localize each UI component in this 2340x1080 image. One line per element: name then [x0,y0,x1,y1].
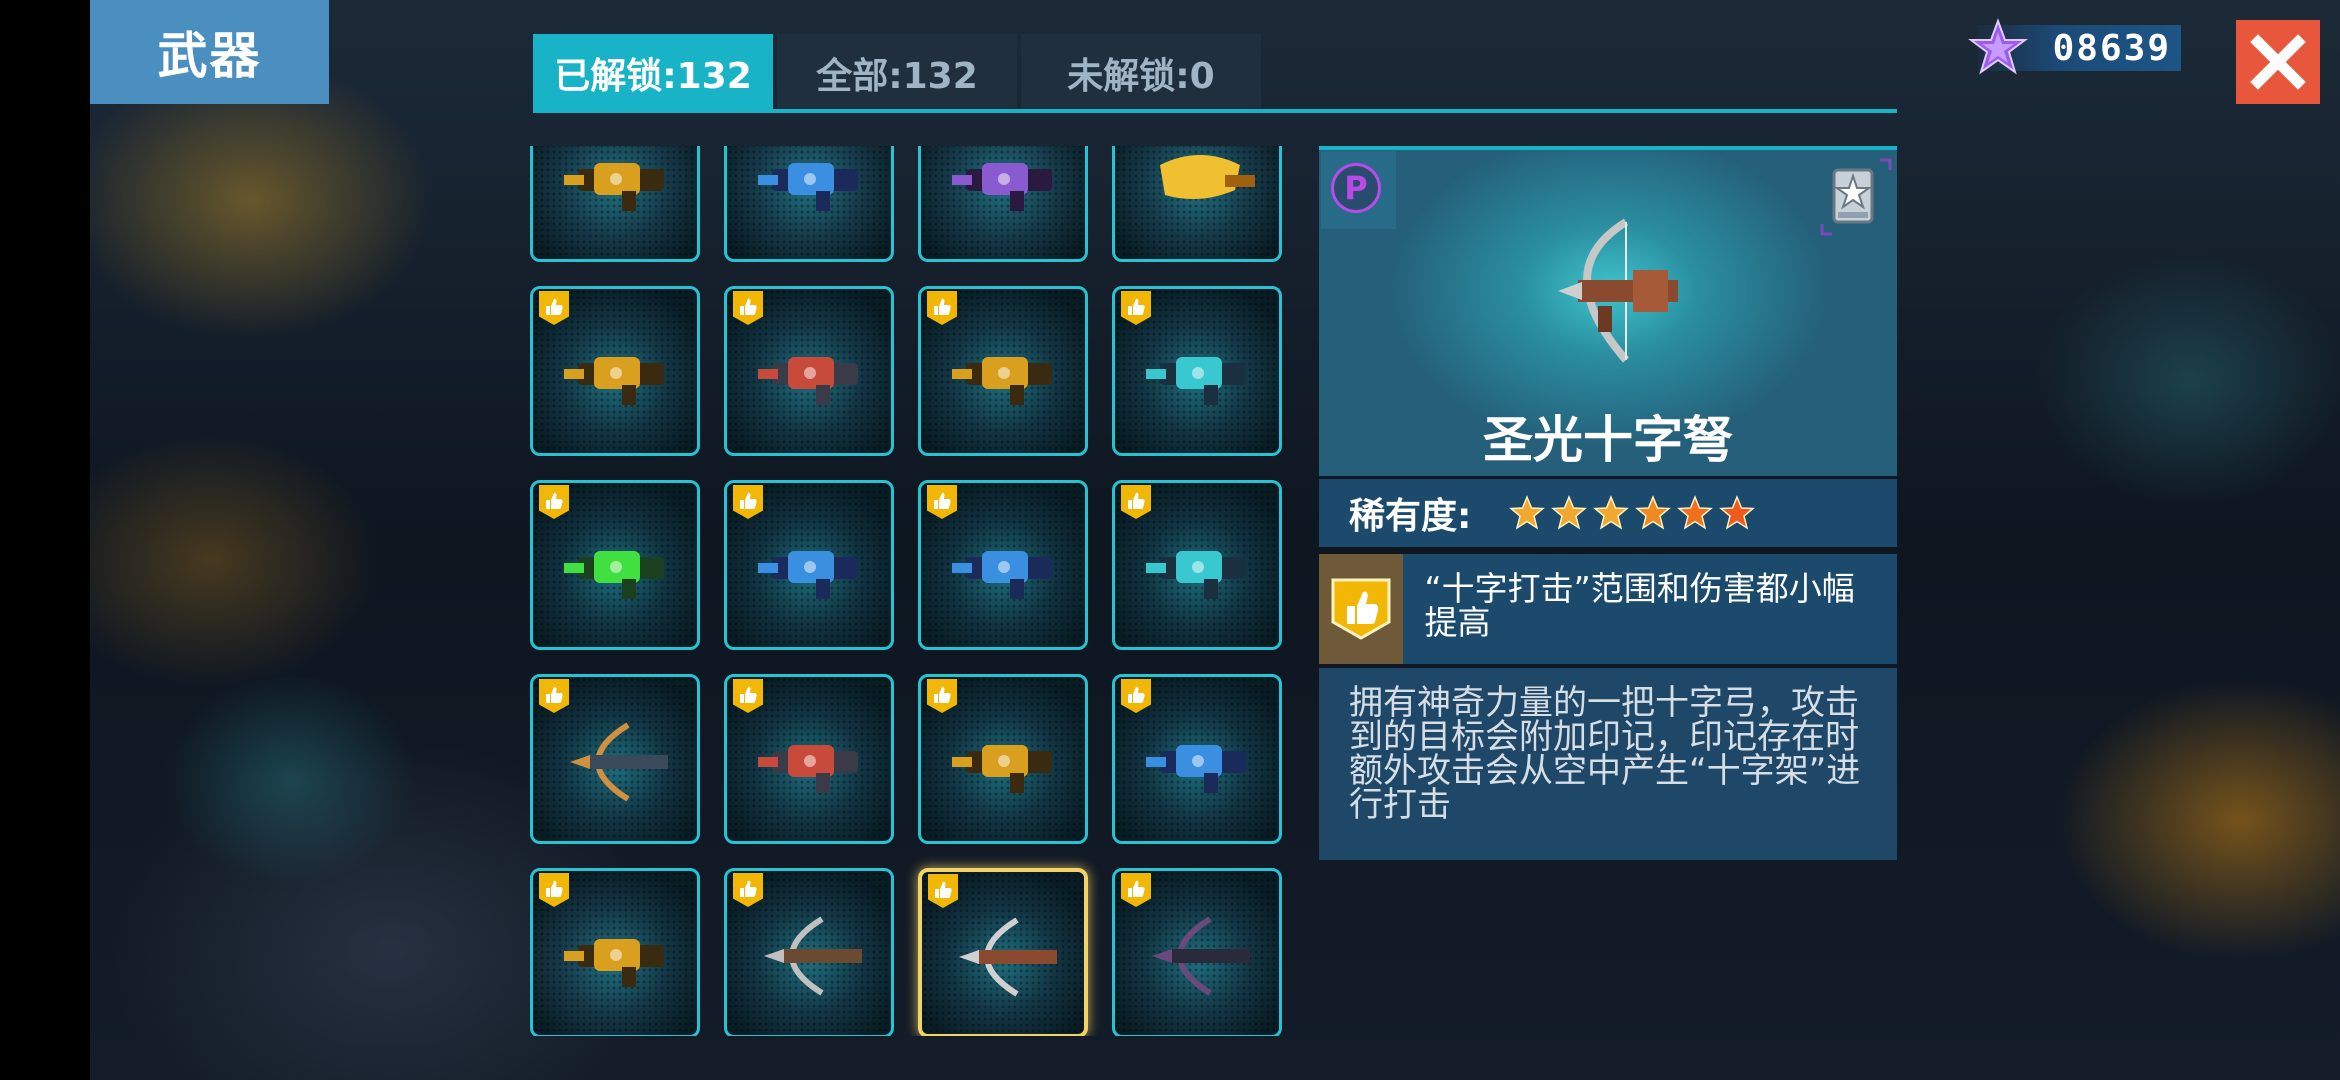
close-icon [2250,34,2306,90]
close-button[interactable] [2236,20,2320,104]
weapon-description: 拥有神奇力量的一把十字弓，攻击到的目标会附加印记，印记存在时额外攻击会从空中产生… [1319,668,1897,860]
weapon-slot-teal-drill-gun[interactable] [1112,286,1282,456]
rarity-star-icon [1677,495,1714,530]
tier-badge: P [1321,151,1396,229]
filter-tabs: 已解锁:132 全部:132 未解锁:0 [533,34,1265,112]
weapon-slot-red-rocket-launcher[interactable] [724,674,894,844]
thumbs-up-badge-icon [539,291,569,325]
weapon-slot-blue-heavy-rifle[interactable] [1112,674,1282,844]
green-bio-blaster-icon [564,551,664,599]
red-rocket-launcher-icon [758,745,858,793]
rarity-star-icon [1509,495,1546,530]
blue-orb-cannon-icon [952,551,1052,599]
thumbs-up-badge-icon [539,679,569,713]
thumbs-up-badge-icon [1121,485,1151,519]
gold-spiked-mace-gun-icon [564,939,664,987]
blue-plasma-blaster-icon [758,163,858,211]
thumbs-up-badge-icon [733,679,763,713]
perk-text: “十字打击”范围和伤害都小幅提高 [1424,569,1855,642]
weapon-slot-red-drill-launcher[interactable] [724,286,894,456]
thumbs-up-badge-icon [733,291,763,325]
tab-all[interactable]: 全部:132 [777,34,1017,112]
page-title: 武器 [90,0,329,104]
tier-badge-letter: P [1331,163,1381,213]
thumbs-up-badge-icon [927,485,957,519]
thumbs-up-badge-icon [539,485,569,519]
weapon-slot-gold-sonic-cannon[interactable] [918,286,1088,456]
thumbs-up-badge-icon [1121,873,1151,907]
purple-energy-cannon-icon [952,163,1052,211]
weapon-slot-blue-plasma-blaster[interactable] [724,146,894,262]
currency-value: 08639 [2052,27,2171,69]
weapon-slot-dark-crossbow[interactable] [1112,868,1282,1036]
weapon-slot-purple-energy-cannon[interactable] [918,146,1088,262]
rarity-label: 稀有度: [1349,496,1472,537]
weapon-slot-green-bio-blaster[interactable] [530,480,700,650]
weapon-slot-gold-minigun[interactable] [530,286,700,456]
thumbs-up-badge-icon [928,874,958,908]
thumbs-up-badge-icon [1121,291,1151,325]
weapon-slot-energy-crossbow-cannon[interactable] [530,674,700,844]
silver-crossbow-icon [764,916,862,996]
holy-cross-crossbow-icon [959,917,1057,997]
gold-minigun-icon [564,357,664,405]
rarity-stars [1509,495,1761,531]
weapon-name: 圣光十字弩 [1483,411,1733,469]
gold-grenade-launcher-icon [564,163,664,211]
teal-tesla-cannon-icon [1146,551,1246,599]
thumbs-up-badge-icon [733,485,763,519]
thumbs-up-badge-icon [539,873,569,907]
red-drill-launcher-icon [758,357,858,405]
tab-underline [533,109,1897,113]
perk-icon-box [1319,554,1403,664]
purple-star-gem-icon [1968,18,2028,75]
weapon-slot-blue-orb-cannon[interactable] [918,480,1088,650]
blue-heavy-rifle-icon [1146,745,1246,793]
weapon-grid[interactable] [530,146,1300,1036]
weapon-slot-gold-assault-rifle[interactable] [918,674,1088,844]
teal-drill-gun-icon [1146,357,1246,405]
rarity-star-icon [1635,495,1672,530]
weapon-slot-blue-bird-gun[interactable] [724,480,894,650]
rarity-star-icon [1551,495,1588,530]
thumbs-up-badge-icon [733,873,763,907]
rarity-star-icon [1593,495,1630,530]
weapon-slot-flaming-cleaver[interactable] [1112,146,1282,262]
rarity-star-icon [1719,495,1756,530]
energy-crossbow-cannon-icon [570,722,668,802]
blue-bird-gun-icon [758,551,858,599]
gold-sonic-cannon-icon [952,357,1052,405]
weapon-slot-gold-grenade-launcher[interactable] [530,146,700,262]
thumbs-up-shield-icon [1331,578,1391,640]
weapon-slot-silver-crossbow[interactable] [724,868,894,1036]
thumbs-up-badge-icon [927,291,957,325]
silver-star-rank-icon[interactable] [1820,158,1892,236]
thumbs-up-badge-icon [1121,679,1151,713]
weapon-slot-teal-tesla-cannon[interactable] [1112,480,1282,650]
holy-cross-crossbow-preview [1558,218,1678,363]
gold-assault-rifle-icon [952,745,1052,793]
perk-row: “十字打击”范围和伤害都小幅提高 [1319,554,1897,664]
weapon-slot-holy-cross-crossbow[interactable] [918,868,1088,1036]
weapon-slot-gold-spiked-mace-gun[interactable] [530,868,700,1036]
tab-locked[interactable]: 未解锁:0 [1021,34,1261,112]
dark-crossbow-icon [1152,916,1250,996]
flaming-cleaver-icon [1160,155,1255,199]
thumbs-up-badge-icon [927,679,957,713]
rarity-row: 稀有度: [1319,479,1897,547]
tab-unlocked[interactable]: 已解锁:132 [533,34,773,112]
